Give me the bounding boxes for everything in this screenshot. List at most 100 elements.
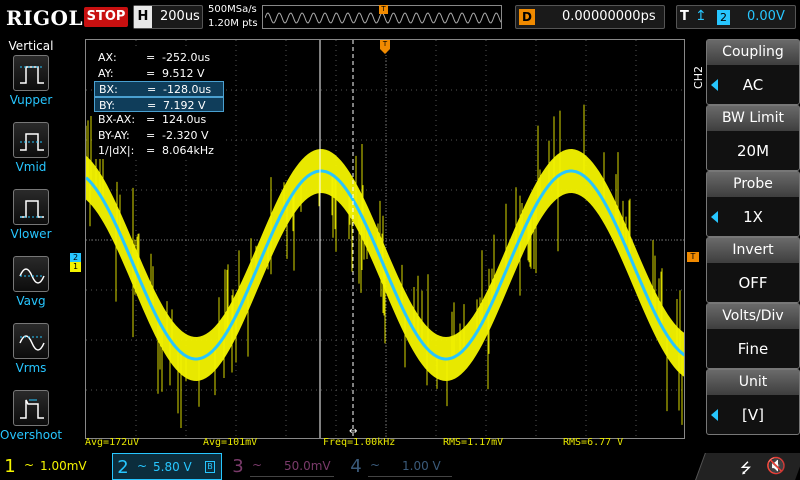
vmid-icon [13, 122, 49, 158]
channel-2-status[interactable]: 2 ~ 5.80 V B [112, 453, 222, 480]
measure-rms-ch1[interactable]: RMS=1.17mV [443, 437, 503, 448]
vmid-label: Vmid [15, 160, 47, 174]
measure-vrms[interactable]: Vrms [0, 323, 62, 387]
cursor-value: -252.0us [162, 51, 211, 64]
cursor-eq: = [147, 83, 157, 96]
vrms-icon [13, 323, 49, 359]
bandwidth-limit-icon: B [205, 461, 215, 473]
vrms-label: Vrms [15, 361, 47, 375]
cursor-key: BX-AX: [98, 113, 136, 126]
cursor-eq: = [146, 113, 156, 126]
cursor-readout: AX: = -252.0us AY: = 9.512 V BX: = -128.0us BY… [94, 50, 224, 159]
vupper-label: Vupper [9, 93, 53, 107]
cursor-key: BY: [99, 98, 115, 112]
ac-coupling-icon: ~ [252, 458, 263, 472]
cursor-row-by: BY: = 7.192 V [94, 96, 224, 112]
menu-probe-value: 1X [743, 208, 763, 226]
cursor-eq: = [146, 66, 156, 80]
channel-3-scale: 50.0mV [284, 459, 331, 473]
vertical-measure-panel: Vertical Vupper Vmid Vlower Vavg Vrms Ov… [0, 37, 62, 450]
menu-invert-label: Invert [707, 238, 799, 263]
trigger-level-marker[interactable]: T [687, 252, 699, 262]
delay-value: 0.00000000ps [562, 9, 656, 24]
trigger-position-letter: T [380, 40, 390, 49]
ch1-offset-marker[interactable]: 1 [70, 262, 81, 272]
cursor-key: 1/|dX|: [98, 144, 135, 157]
menu-unit[interactable]: Unit [V] [706, 369, 800, 435]
vupper-icon [13, 55, 49, 91]
menu-coupling[interactable]: Coupling AC [706, 39, 800, 105]
cursor-key: AY: [98, 66, 114, 80]
cursor-row-dx: BX-AX: = 124.0us [94, 112, 224, 128]
vavg-label: Vavg [16, 294, 46, 308]
cursor-eq: = [146, 128, 156, 142]
trigger-position-marker[interactable]: T [380, 40, 390, 54]
channel-menu: CH2 Coupling AC BW Limit 20M Probe 1X In… [692, 37, 800, 450]
vlower-label: Vlower [10, 227, 52, 241]
cursor-value: 124.0us [162, 113, 207, 126]
channel-4-number: 4 [350, 456, 362, 477]
cursor-eq: = [146, 51, 156, 64]
menu-invert[interactable]: Invert OFF [706, 237, 800, 303]
sample-info: 500MSa/s 1.20M pts [208, 3, 258, 31]
channel-1-scale: 1.00mV [40, 459, 87, 473]
run-stop-status[interactable]: STOP [84, 7, 128, 27]
measure-vlower[interactable]: Vlower [0, 189, 62, 253]
cursor-row-freq: 1/|dX|: = 8.064kHz [94, 143, 224, 159]
speaker-muted-icon[interactable]: 🔇 [766, 456, 786, 475]
channel-1-number: 1 [4, 456, 16, 477]
timebase-value: 200us [160, 9, 200, 24]
cursor-eq: = [146, 144, 156, 157]
menu-invert-value: OFF [738, 274, 768, 292]
measure-vupper[interactable]: Vupper [0, 55, 62, 119]
cursor-value: 9.512 V [162, 66, 205, 80]
cursor-row-bx: BX: = -128.0us [94, 81, 224, 97]
channel-4-scale: 1.00 V [402, 459, 441, 473]
cursor-value: -2.320 V [162, 128, 209, 142]
cursor-key: BX: [99, 83, 118, 96]
channel-status-bar: 1 ~ 1.00mV 2 ~ 5.80 V B 3 ~ 50.0mV 4 ~ 1… [0, 453, 800, 480]
memory-depth: 1.20M pts [208, 18, 258, 29]
cursor-value: 7.192 V [163, 98, 206, 112]
channel-3-number: 3 [232, 456, 244, 477]
channel-2-number: 2 [117, 457, 129, 478]
measure-overshoot[interactable]: Overshoot [0, 390, 62, 454]
ac-coupling-icon: ~ [24, 458, 35, 472]
measure-freq[interactable]: Freq=1.00kHz [323, 437, 395, 448]
channel-3-status[interactable]: 3 ~ 50.0mV [228, 453, 338, 480]
usb-icon: ⭍ [740, 461, 752, 477]
ac-coupling-icon: ~ [370, 458, 381, 472]
channel-4-status[interactable]: 4 ~ 1.00 V [346, 453, 456, 480]
channel-menu-tag: CH2 [691, 66, 705, 89]
vlower-icon [13, 189, 49, 225]
measurement-bar: Avg=172uV Avg=101mV Freq=1.00kHz RMS=1.1… [85, 437, 685, 451]
rigol-logo: RIGOL [6, 6, 84, 30]
measure-vavg[interactable]: Vavg [0, 256, 62, 320]
cursor-row-ay: AY: = 9.512 V [94, 65, 224, 81]
channel-1-status[interactable]: 1 ~ 1.00mV [0, 453, 110, 480]
menu-coupling-value: AC [742, 76, 764, 94]
menu-probe[interactable]: Probe 1X [706, 171, 800, 237]
menu-unit-value: [V] [742, 406, 764, 424]
cursor-row-ax: AX: = -252.0us [94, 50, 224, 66]
measure-avg-ch2[interactable]: Avg=101mV [203, 437, 257, 448]
menu-volts-div[interactable]: Volts/Div Fine [706, 303, 800, 369]
trigger-key: T [680, 9, 689, 24]
memory-overview-bar[interactable]: T [262, 5, 502, 29]
measure-vmid[interactable]: Vmid [0, 122, 62, 186]
measure-rms-ch2[interactable]: RMS=6.77 V [563, 437, 623, 448]
menu-bw-limit[interactable]: BW Limit 20M [706, 105, 800, 171]
menu-volts-div-label: Volts/Div [707, 304, 799, 329]
cursor-b-arrow-icon: ↔ [349, 426, 357, 437]
cursor-key: BY-AY: [98, 128, 130, 142]
vavg-icon [13, 256, 49, 292]
channel-2-scale: 5.80 V [153, 460, 192, 474]
trigger-source: 2 [717, 10, 730, 25]
measure-avg-ch1[interactable]: Avg=172uV [85, 437, 139, 448]
trigger-settings[interactable]: T ↥ 2 0.00V [676, 5, 796, 29]
horizontal-timebase[interactable]: H 200us [133, 5, 203, 29]
memory-trigger-position-icon: T [379, 5, 388, 14]
overshoot-label: Overshoot [0, 428, 63, 442]
cursor-eq: = [147, 98, 157, 112]
horizontal-delay[interactable]: D 0.00000000ps [515, 5, 665, 29]
